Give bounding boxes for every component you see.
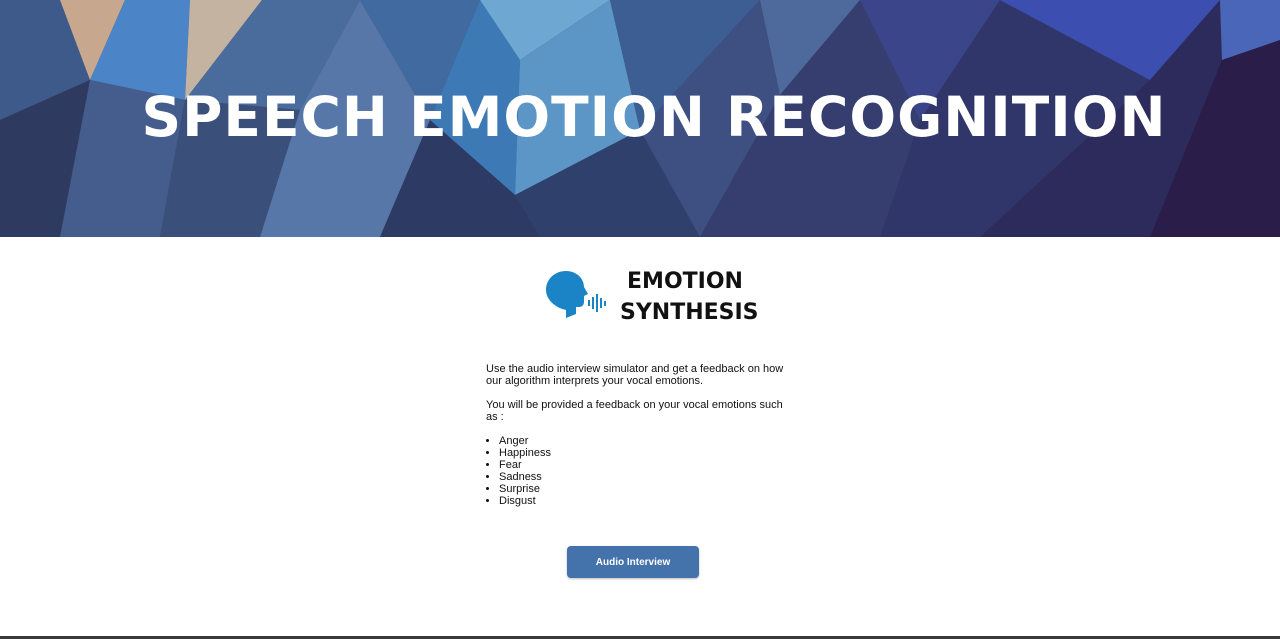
list-item: Fear <box>499 459 786 471</box>
page-title: SPEECH EMOTION RECOGNITION <box>141 85 1167 149</box>
header-banner: SPEECH EMOTION RECOGNITION <box>0 0 1280 237</box>
list-item: Sadness <box>499 471 786 483</box>
emotions-intro-paragraph: You will be provided a feedback on your … <box>486 399 783 423</box>
intro-section: Use the audio interview simulator and ge… <box>486 363 786 507</box>
list-item: Surprise <box>499 483 786 495</box>
logo-line-1: EMOTION <box>627 269 743 294</box>
emotion-synthesis-logo: EMOTION SYNTHESIS <box>540 262 760 332</box>
audio-interview-button[interactable]: Audio Interview <box>567 546 699 578</box>
list-item: Anger <box>499 435 786 447</box>
intro-paragraph: Use the audio interview simulator and ge… <box>486 363 784 387</box>
logo-text: EMOTION SYNTHESIS <box>620 266 759 328</box>
list-item: Happiness <box>499 447 786 459</box>
speaking-head-icon <box>546 271 606 318</box>
list-item: Disgust <box>499 495 786 507</box>
logo-line-2: SYNTHESIS <box>620 300 759 325</box>
emotion-list: Anger Happiness Fear Sadness Surprise Di… <box>486 435 786 507</box>
